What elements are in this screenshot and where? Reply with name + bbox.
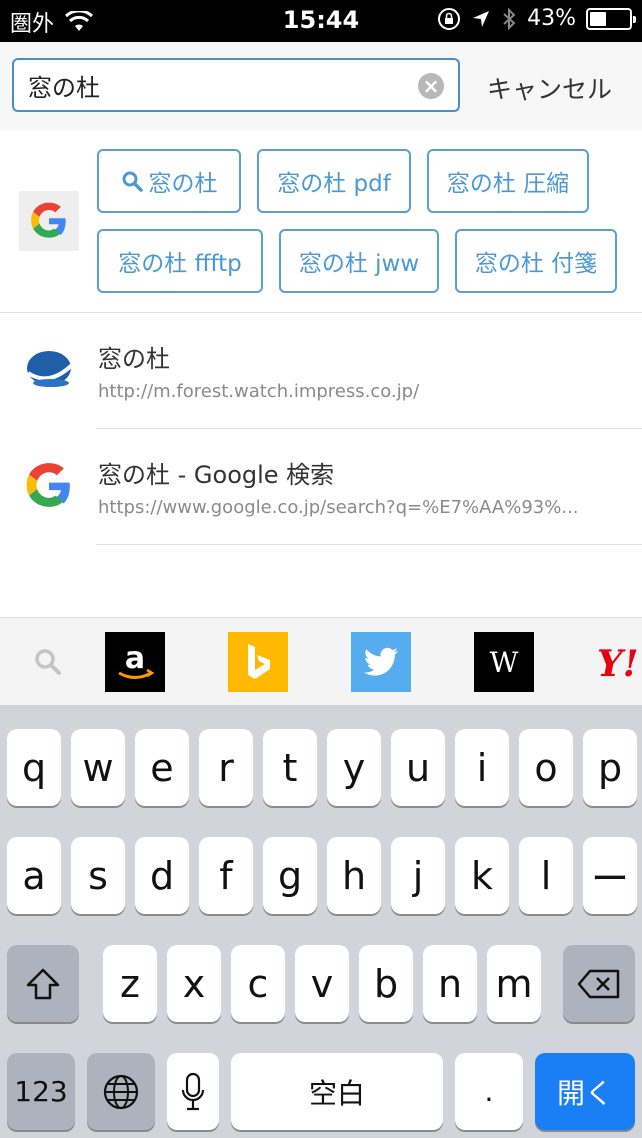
key-y[interactable]: y xyxy=(327,729,381,806)
list-item-url: https://www.google.co.jp/search?q=%E7%AA… xyxy=(98,497,579,518)
status-right: 43% xyxy=(437,6,636,31)
key-i[interactable]: i xyxy=(455,729,509,806)
divider xyxy=(96,544,642,545)
search-input[interactable] xyxy=(28,68,408,102)
suggestion-chip[interactable]: 窓の杜 ffftp xyxy=(97,229,263,293)
search-box[interactable]: × xyxy=(12,58,460,112)
amazon-icon[interactable]: a xyxy=(105,632,165,692)
numbers-key[interactable]: 123 xyxy=(7,1053,75,1130)
clear-icon[interactable]: × xyxy=(418,73,444,99)
period-key[interactable]: . xyxy=(455,1053,523,1130)
key-z[interactable]: z xyxy=(103,945,157,1022)
key-p[interactable]: p xyxy=(583,729,637,806)
suggestion-area: 窓の杜 窓の杜 pdf 窓の杜 圧縮 窓の杜 ffftp 窓の杜 jww 窓の杜… xyxy=(0,130,642,313)
key-long-vowel[interactable]: ー xyxy=(583,837,637,914)
backspace-icon xyxy=(577,969,620,998)
suggestion-label: 窓の杜 jww xyxy=(298,251,420,277)
search-header: × キャンセル xyxy=(0,42,642,130)
search-engine-bar: a W Y! xyxy=(0,617,642,705)
wikipedia-icon[interactable]: W xyxy=(474,632,534,692)
engine-search-button[interactable] xyxy=(18,632,78,692)
key-o[interactable]: o xyxy=(519,729,573,806)
key-u[interactable]: u xyxy=(391,729,445,806)
microphone-key[interactable] xyxy=(167,1053,219,1130)
globe-key[interactable] xyxy=(87,1053,155,1130)
forest-logo-icon xyxy=(26,351,74,387)
svg-text:W: W xyxy=(490,646,519,679)
shift-key[interactable] xyxy=(7,945,79,1022)
key-m[interactable]: m xyxy=(487,945,541,1022)
key-f[interactable]: f xyxy=(199,837,253,914)
microphone-icon xyxy=(181,1072,205,1110)
suggestion-chip[interactable]: 窓の杜 pdf xyxy=(257,149,411,213)
key-x[interactable]: x xyxy=(167,945,221,1022)
key-q[interactable]: q xyxy=(7,729,61,806)
suggestion-chip[interactable]: 窓の杜 付箋 xyxy=(455,229,617,293)
svg-text:a: a xyxy=(125,641,145,676)
key-j[interactable]: j xyxy=(391,837,445,914)
key-a[interactable]: a xyxy=(7,837,61,914)
key-e[interactable]: e xyxy=(135,729,189,806)
search-icon xyxy=(122,171,143,192)
battery-icon xyxy=(586,7,636,30)
bing-icon[interactable] xyxy=(228,632,288,692)
list-item-title: 窓の杜 xyxy=(98,345,170,373)
key-v[interactable]: v xyxy=(295,945,349,1022)
cancel-button[interactable]: キャンセル xyxy=(487,70,612,106)
key-h[interactable]: h xyxy=(327,837,381,914)
key-c[interactable]: c xyxy=(231,945,285,1022)
suggestion-chip[interactable]: 窓の杜 圧縮 xyxy=(427,149,589,213)
list-item[interactable]: 窓の杜 - Google 検索 https://www.google.co.jp… xyxy=(0,429,642,545)
list-item[interactable]: 窓の杜 http://m.forest.watch.impress.co.jp/ xyxy=(0,313,642,429)
key-w[interactable]: w xyxy=(71,729,125,806)
backspace-key[interactable] xyxy=(563,945,635,1022)
suggestion-label: 窓の杜 xyxy=(148,171,218,197)
orientation-lock-icon xyxy=(438,7,461,30)
list-item-title: 窓の杜 - Google 検索 xyxy=(98,461,335,489)
key-n[interactable]: n xyxy=(423,945,477,1022)
twitter-icon[interactable] xyxy=(351,632,411,692)
bluetooth-icon xyxy=(503,7,516,30)
battery-percent: 43% xyxy=(527,6,576,31)
yahoo-icon[interactable]: Y! xyxy=(597,632,642,692)
shift-icon xyxy=(26,968,60,999)
google-icon xyxy=(26,463,70,507)
location-icon xyxy=(473,10,490,27)
key-b[interactable]: b xyxy=(359,945,413,1022)
keyboard: q w e r t y u i o p a s d f g h j k l ー … xyxy=(0,705,642,1138)
go-key[interactable]: 開く xyxy=(535,1053,635,1130)
suggestion-label: 窓の杜 pdf xyxy=(277,171,391,197)
google-icon xyxy=(19,191,79,251)
space-key[interactable]: 空白 xyxy=(231,1053,443,1130)
suggestion-label: 窓の杜 ffftp xyxy=(118,251,242,277)
search-icon xyxy=(35,649,61,675)
key-r[interactable]: r xyxy=(199,729,253,806)
svg-text:Y!: Y! xyxy=(597,643,639,685)
key-k[interactable]: k xyxy=(455,837,509,914)
key-l[interactable]: l xyxy=(519,837,573,914)
key-g[interactable]: g xyxy=(263,837,317,914)
key-t[interactable]: t xyxy=(263,729,317,806)
list-item-url: http://m.forest.watch.impress.co.jp/ xyxy=(98,381,420,402)
suggestion-chip[interactable]: 窓の杜 jww xyxy=(279,229,439,293)
globe-icon xyxy=(103,1074,139,1109)
battery-fill xyxy=(590,11,607,26)
suggestion-label: 窓の杜 圧縮 xyxy=(446,171,570,197)
key-d[interactable]: d xyxy=(135,837,189,914)
suggestion-chip[interactable]: 窓の杜 xyxy=(97,149,241,213)
status-bar: 圏外 15:44 43% xyxy=(0,0,642,42)
key-s[interactable]: s xyxy=(71,837,125,914)
suggestion-label: 窓の杜 付箋 xyxy=(474,251,598,277)
